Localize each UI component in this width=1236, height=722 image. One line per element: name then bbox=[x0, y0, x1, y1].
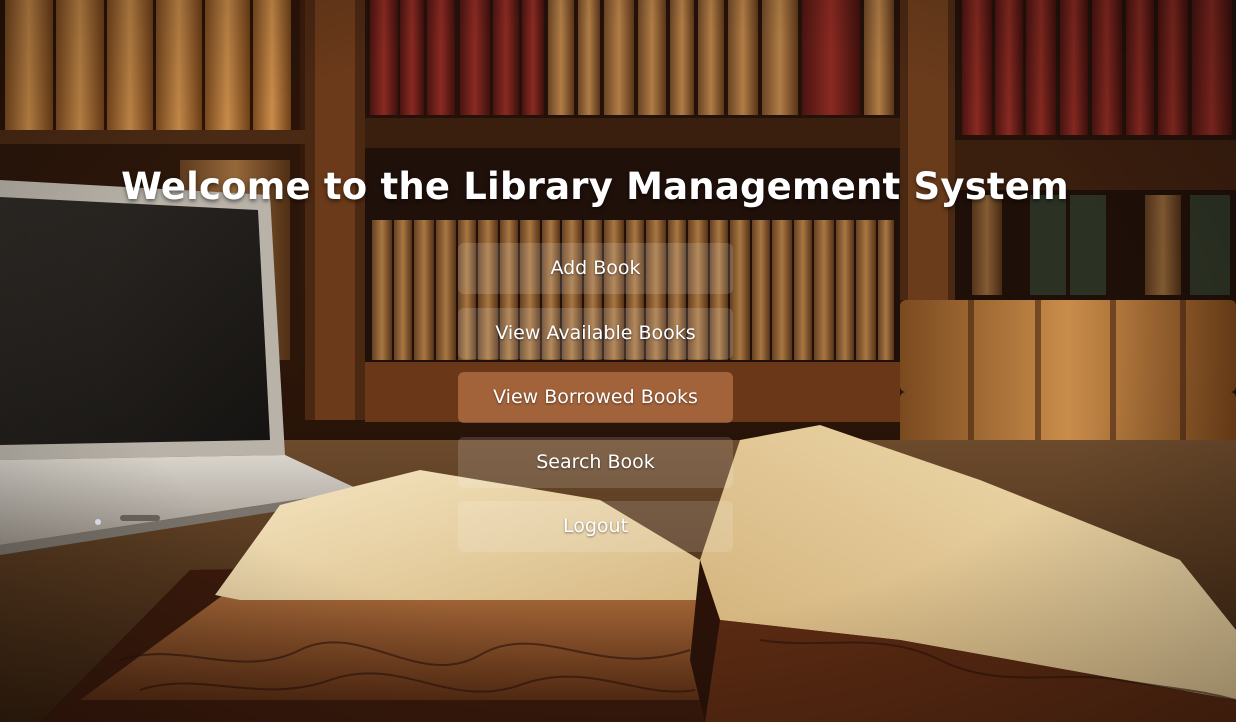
logout-button[interactable]: Logout bbox=[458, 501, 733, 552]
page-title: Welcome to the Library Management System bbox=[121, 165, 1069, 208]
add-book-button[interactable]: Add Book bbox=[458, 243, 733, 294]
library-dashboard: Welcome to the Library Management System… bbox=[0, 0, 1236, 722]
view-available-books-button[interactable]: View Available Books bbox=[458, 307, 733, 359]
search-book-button[interactable]: Search Book bbox=[458, 436, 733, 488]
view-borrowed-books-button[interactable]: View Borrowed Books bbox=[458, 372, 733, 423]
main-menu: Add Book View Available Books View Borro… bbox=[458, 243, 733, 566]
